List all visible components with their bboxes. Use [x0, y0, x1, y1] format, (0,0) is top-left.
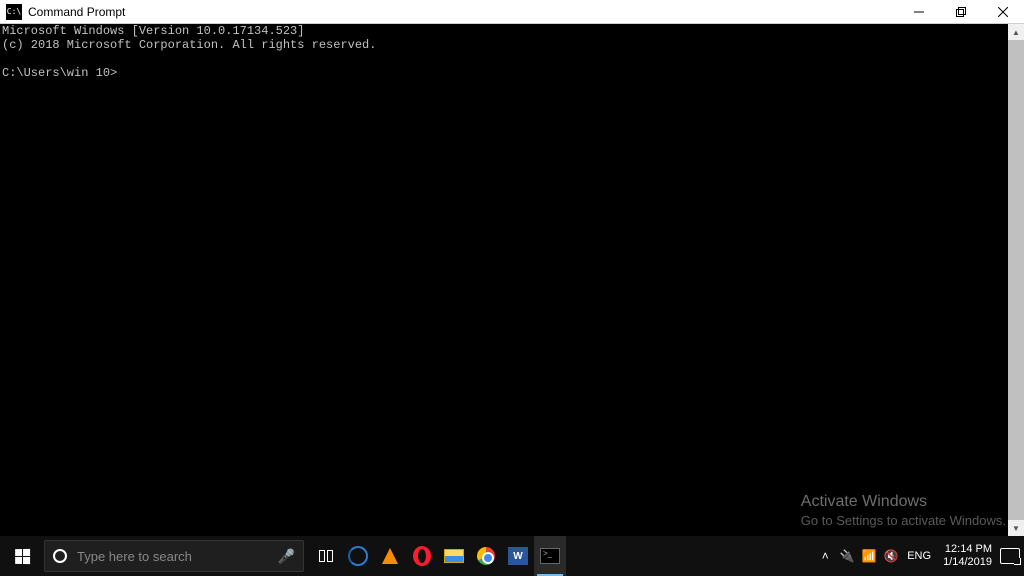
word-icon: W: [508, 547, 528, 565]
wifi-icon[interactable]: 📶: [859, 549, 879, 563]
start-button[interactable]: [0, 536, 44, 576]
chrome-app[interactable]: [470, 536, 502, 576]
maximize-button[interactable]: [940, 0, 982, 24]
file-explorer-app[interactable]: [438, 536, 470, 576]
clock[interactable]: 12:14 PM 1/14/2019: [937, 543, 998, 569]
window-controls: [898, 0, 1024, 23]
notification-icon: [1000, 548, 1020, 564]
terminal-prompt: C:\Users\win 10>: [2, 66, 117, 80]
scroll-track[interactable]: [1008, 40, 1024, 520]
close-button[interactable]: [982, 0, 1024, 24]
tray-chevron-up-icon[interactable]: ˄: [815, 549, 835, 563]
titlebar[interactable]: C:\ Command Prompt: [0, 0, 1024, 24]
cortana-icon: [53, 549, 67, 563]
opera-app[interactable]: [406, 536, 438, 576]
folder-icon: [444, 549, 464, 563]
minimize-button[interactable]: [898, 0, 940, 24]
scroll-up-button[interactable]: ▲: [1008, 24, 1024, 40]
power-icon[interactable]: 🔌: [837, 549, 857, 563]
volume-muted-icon[interactable]: 🔇: [881, 549, 901, 563]
search-input[interactable]: Type here to search 🎤: [44, 540, 304, 572]
microphone-icon[interactable]: 🎤: [278, 548, 295, 565]
vlc-icon: [382, 548, 398, 564]
system-tray: ˄ 🔌 📶 🔇 ENG 12:14 PM 1/14/2019: [815, 536, 1024, 576]
terminal-line: Microsoft Windows [Version 10.0.17134.52…: [2, 24, 304, 38]
scroll-down-button[interactable]: ▼: [1008, 520, 1024, 536]
scrollbar[interactable]: ▲ ▼: [1008, 24, 1024, 536]
taskview-button[interactable]: [310, 536, 342, 576]
cmd-app[interactable]: >_: [534, 536, 566, 576]
chrome-icon: [477, 547, 495, 565]
language-indicator[interactable]: ENG: [903, 550, 935, 562]
word-app[interactable]: W: [502, 536, 534, 576]
search-placeholder: Type here to search: [77, 549, 192, 564]
taskbar: Type here to search 🎤 W >_ ˄ 🔌 📶 🔇 ENG 1…: [0, 536, 1024, 576]
vlc-app[interactable]: [374, 536, 406, 576]
action-center-button[interactable]: [1000, 548, 1020, 564]
terminal[interactable]: Microsoft Windows [Version 10.0.17134.52…: [0, 24, 1024, 536]
edge-app[interactable]: [342, 536, 374, 576]
clock-time: 12:14 PM: [943, 543, 992, 556]
opera-icon: [413, 546, 431, 566]
terminal-line: (c) 2018 Microsoft Corporation. All righ…: [2, 38, 376, 52]
cmd-icon: C:\: [6, 4, 22, 20]
scroll-thumb[interactable]: [1008, 40, 1024, 520]
windows-logo-icon: [15, 548, 30, 563]
edge-icon: [348, 546, 368, 566]
cmd-task-icon: >_: [540, 548, 560, 564]
window-title: Command Prompt: [28, 5, 125, 19]
clock-date: 1/14/2019: [943, 556, 992, 569]
taskview-icon: [319, 550, 333, 562]
